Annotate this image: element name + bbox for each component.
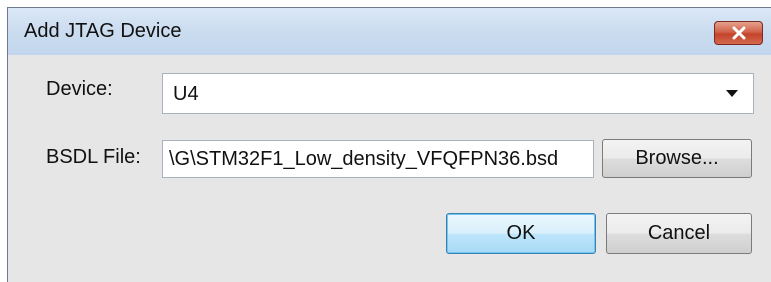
title-bar[interactable]: Add JTAG Device — [8, 8, 771, 55]
ok-button[interactable]: OK — [446, 213, 596, 254]
device-select[interactable]: U4 — [162, 73, 754, 114]
close-icon — [732, 26, 746, 40]
bsdl-file-input-value: \G\STM32F1_Low_density_VFQFPN36.bsd — [169, 148, 559, 170]
browse-button[interactable]: Browse... — [602, 139, 752, 178]
bsdl-file-label: BSDL File: — [46, 146, 141, 168]
chevron-down-icon[interactable] — [726, 90, 738, 97]
dialog-title: Add JTAG Device — [24, 20, 182, 42]
close-button[interactable] — [714, 21, 763, 45]
device-label: Device: — [46, 78, 113, 100]
bsdl-file-input[interactable]: \G\STM32F1_Low_density_VFQFPN36.bsd — [162, 140, 594, 178]
device-select-value: U4 — [173, 83, 199, 105]
cancel-button[interactable]: Cancel — [606, 213, 752, 254]
